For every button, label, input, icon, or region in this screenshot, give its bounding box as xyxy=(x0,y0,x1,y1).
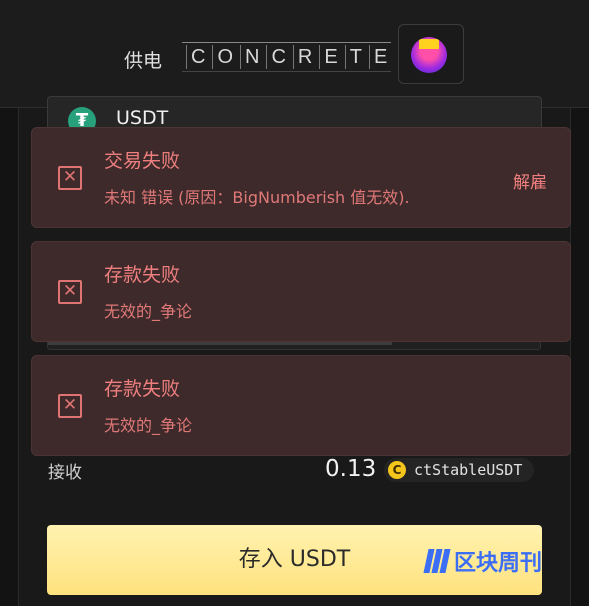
toast-title: 交易失败 xyxy=(104,150,181,172)
watermark-logo-icon xyxy=(423,547,451,575)
powered-by-label: 供电 xyxy=(124,50,163,72)
toast-message: 无效的_争论 xyxy=(104,302,193,321)
error-toast: ✕ 存款失败 无效的_争论 xyxy=(31,355,571,456)
receive-amount: 0.13 xyxy=(325,456,377,482)
brand-letter: E xyxy=(319,45,338,69)
watermark: 区块周刊 xyxy=(423,545,543,577)
receive-label: 接收 xyxy=(48,463,82,483)
error-x-icon: ✕ xyxy=(58,394,82,418)
error-toast: ✕ 交易失败 未知 错误 (原因：BigNumberish 值无效). 解雇 xyxy=(31,127,571,228)
concrete-logo: CONCRETE xyxy=(182,42,392,72)
brand-letter: C xyxy=(266,45,286,69)
avatar xyxy=(411,37,447,73)
app-header: 供电 CONCRETE xyxy=(0,0,589,108)
brand-letter: T xyxy=(344,45,362,69)
toast-message: 无效的_争论 xyxy=(104,416,193,435)
error-x-icon: ✕ xyxy=(58,166,82,190)
brand-letter: N xyxy=(240,45,259,69)
brand-letter: O xyxy=(212,45,233,69)
wallet-account-button[interactable] xyxy=(398,24,464,84)
amount-slider-fill xyxy=(48,342,393,345)
receive-token-name: ctStableUSDT xyxy=(414,461,523,479)
toast-title: 存款失败 xyxy=(104,264,181,286)
toast-title: 存款失败 xyxy=(104,378,181,400)
brand-letter: C xyxy=(186,45,205,69)
ct-token-icon: C xyxy=(388,461,406,479)
dismiss-button[interactable]: 解雇 xyxy=(513,168,547,193)
brand-letter: R xyxy=(292,45,312,69)
watermark-text: 区块周刊 xyxy=(454,551,543,576)
toast-message: 未知 错误 (原因：BigNumberish 值无效). xyxy=(104,188,410,207)
error-x-icon: ✕ xyxy=(58,280,82,304)
error-toast: ✕ 存款失败 无效的_争论 xyxy=(31,241,571,342)
receive-token-badge: C ctStableUSDT xyxy=(384,458,535,482)
token-symbol: USDT xyxy=(116,107,169,129)
brand-letter: E xyxy=(368,45,387,69)
